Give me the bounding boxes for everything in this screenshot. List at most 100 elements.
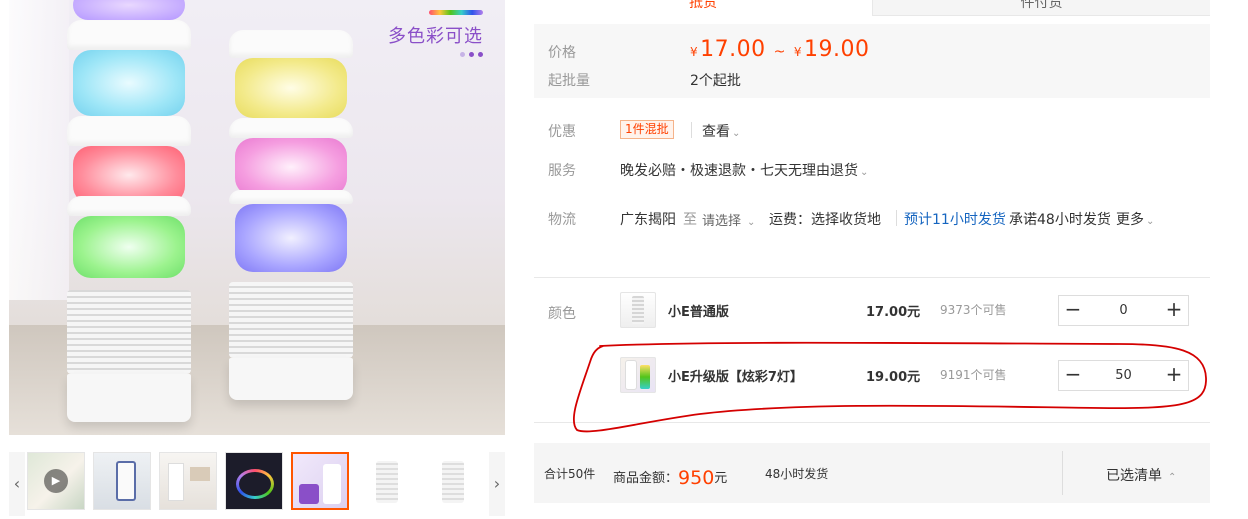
tower-base <box>229 358 353 400</box>
thumbnail-image[interactable] <box>291 452 349 510</box>
chevron-down-icon: ⌄ <box>860 167 869 178</box>
moq-label: 起批量 <box>548 73 590 89</box>
mixed-batch-tag: 1件混批 <box>620 120 674 139</box>
sku-thumbnail <box>620 292 656 328</box>
price-box: 价格 ¥17.00 ~ ¥19.00 起批量 2个起批 <box>534 24 1210 98</box>
shipping-origin: 广东揭阳 <box>620 212 676 228</box>
purple-glow-ring <box>73 0 185 20</box>
service-row: 服务 晚发必赔・极速退款・七天无理由退货 ⌄ <box>534 159 1210 181</box>
thumbnail-image[interactable] <box>93 452 151 510</box>
price-min: 17.00 <box>700 37 766 62</box>
tower-cap <box>229 190 353 204</box>
quantity-input[interactable]: 50 <box>1089 361 1158 390</box>
pink-glow-ring <box>235 138 347 196</box>
blue-glow-ring <box>235 204 347 272</box>
promotion-view-label: 查看 <box>702 124 730 140</box>
chevron-down-icon: ⌄ <box>732 128 741 139</box>
ship-time: 48小时发货 <box>765 467 829 481</box>
quantity-input[interactable]: 0 <box>1089 296 1158 325</box>
tab-bar: 抵货 件付货 <box>534 0 1210 16</box>
service-text[interactable]: 晚发必赔・极速退款・七天无理由退货 ⌄ <box>620 160 868 180</box>
summary-bar: 合计50件 商品金额：950元 48小时发货 已选清单 ⌃ <box>534 443 1210 503</box>
thumbnail-prev-arrow[interactable]: ‹ <box>9 452 25 516</box>
chevron-down-icon: ⌄ <box>747 217 756 228</box>
divider <box>896 210 897 226</box>
thumbnail-video[interactable]: ▶ <box>27 452 85 510</box>
decrease-button[interactable]: − <box>1059 296 1087 325</box>
increase-button[interactable]: + <box>1160 361 1188 390</box>
tower-cap <box>229 30 353 58</box>
promotion-row: 优惠 1件混批 查看 ⌄ <box>534 120 1210 142</box>
ship-promise: 承诺48小时发货 <box>1009 212 1111 228</box>
tab-other[interactable]: 件付货 <box>872 0 1210 16</box>
increase-button[interactable]: + <box>1160 296 1188 325</box>
amount-unit: 元 <box>714 471 728 486</box>
sku-price: 19.00元 <box>866 370 921 385</box>
tower-cap <box>67 116 191 146</box>
promo-text: 多色彩可选 <box>388 26 483 47</box>
cyan-glow-ring <box>73 50 185 116</box>
sku-thumbnail <box>620 357 656 393</box>
yellow-glow-ring <box>235 58 347 118</box>
thumbnail-next-arrow[interactable]: › <box>489 452 505 516</box>
amount-label: 商品金额： <box>613 471 679 486</box>
amount-block: 商品金额：950元 <box>613 465 728 489</box>
product-tower-left <box>67 0 191 430</box>
product-tower-right <box>229 30 353 400</box>
rainbow-bar <box>429 10 483 15</box>
thumbnail-image[interactable] <box>357 452 415 510</box>
tower-mesh <box>67 290 191 374</box>
tower-base <box>67 374 191 422</box>
shipping-to: 至 <box>683 212 697 228</box>
quantity-stepper: − 50 + <box>1058 360 1189 391</box>
section-divider <box>534 277 1210 278</box>
destination-select[interactable]: 请选择 ⌄ <box>702 210 755 229</box>
tower-mesh <box>229 282 353 358</box>
green-glow-ring <box>73 216 185 278</box>
destination-select-label: 请选择 <box>702 214 742 229</box>
service-text-label: 晚发必赔・极速退款・七天无理由退货 <box>620 163 858 179</box>
price-max: 19.00 <box>804 37 870 62</box>
amount-value: 950 <box>678 467 715 489</box>
logistics-row: 物流 广东揭阳 至 请选择 ⌄ 运费：选择收货地 预计11小时发货 承诺48小时发… <box>534 208 1210 230</box>
quantity-stepper: − 0 + <box>1058 295 1189 326</box>
tower-cap <box>67 196 191 216</box>
slide-dots <box>460 52 483 57</box>
sku-row: 小E升级版【炫彩7灯】 19.00元 9191个可售 − 50 + <box>534 351 1210 401</box>
chevron-up-icon: ⌃ <box>1168 472 1177 483</box>
chevron-down-icon: ⌄ <box>1146 216 1155 227</box>
currency-symbol: ¥ <box>793 45 802 59</box>
main-product-image[interactable]: 多色彩可选 <box>9 0 505 435</box>
sku-stock: 9373个可售 <box>940 303 1007 317</box>
sku-stock: 9191个可售 <box>940 368 1007 382</box>
moq-value: 2个起批 <box>690 73 741 89</box>
tab-active[interactable]: 抵货 <box>534 0 872 16</box>
logistics-more-label: 更多 <box>1116 212 1144 228</box>
price-label: 价格 <box>548 45 576 61</box>
background-window <box>9 0 69 300</box>
divider <box>691 122 692 138</box>
sku-name: 小E升级版【炫彩7灯】 <box>668 370 803 385</box>
thumbnail-image[interactable] <box>159 452 217 510</box>
tower-cap <box>67 20 191 50</box>
promotion-label: 优惠 <box>548 124 576 140</box>
thumbnail-image[interactable] <box>225 452 283 510</box>
sku-row: 小E普通版 17.00元 9373个可售 − 0 + <box>534 286 1210 336</box>
total-count: 合计50件 <box>544 467 596 481</box>
price-range: ¥17.00 ~ ¥19.00 <box>690 37 869 62</box>
price-separator: ~ <box>773 44 786 60</box>
divider <box>1062 451 1063 495</box>
eta-text: 预计11小时发货 <box>904 212 1006 228</box>
thumbnail-image[interactable] <box>423 452 481 510</box>
decrease-button[interactable]: − <box>1059 361 1087 390</box>
sku-name: 小E普通版 <box>668 305 729 320</box>
play-icon: ▶ <box>44 469 68 493</box>
logistics-label: 物流 <box>548 212 576 228</box>
tower-cap <box>229 118 353 138</box>
promotion-view-link[interactable]: 查看 ⌄ <box>702 121 740 141</box>
selected-list-label: 已选清单 <box>1106 468 1162 484</box>
selected-list-toggle[interactable]: 已选清单 ⌃ <box>1106 465 1176 485</box>
freight-info: 运费：选择收货地 <box>769 212 881 228</box>
logistics-more-link[interactable]: 更多 ⌄ <box>1116 209 1154 229</box>
service-label: 服务 <box>548 163 576 179</box>
